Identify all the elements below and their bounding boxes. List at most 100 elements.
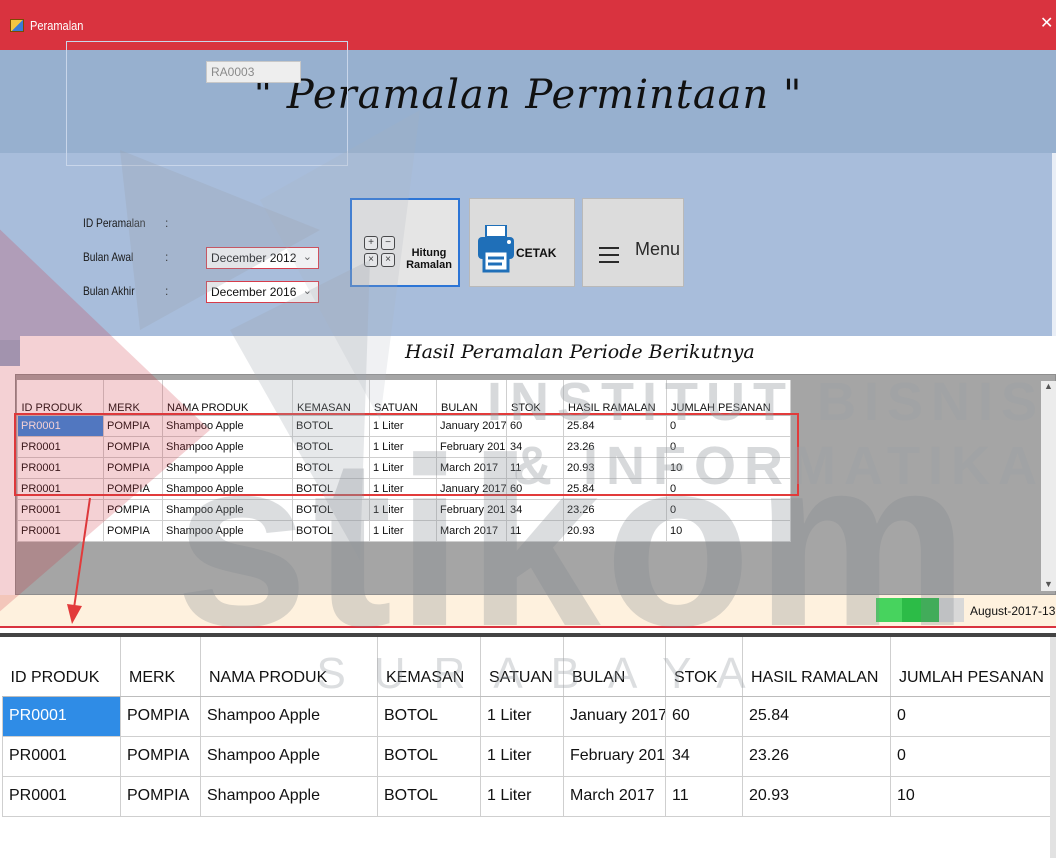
menu-button[interactable]: Menu — [582, 198, 684, 287]
zoom-table: ID PRODUK MERK NAMA PRODUK KEMASAN SATUAN BUL… — [2, 637, 1053, 817]
chevron-down-icon[interactable]: ⌄ — [303, 284, 312, 297]
id-peramalan-input[interactable]: RA0003 — [206, 61, 301, 83]
table-cell[interactable]: 20.93 — [742, 775, 891, 817]
window: { "window": { "title": "Peramalan", "clo… — [0, 0, 1056, 858]
table-cell[interactable]: 11 — [506, 519, 564, 542]
bulan-akhir-select[interactable]: December 2016 ⌄ — [206, 281, 319, 303]
progress-bar — [876, 598, 964, 622]
table-cell[interactable]: 10 — [666, 519, 791, 542]
column-header[interactable]: MERK — [120, 637, 201, 697]
printer-icon — [478, 225, 514, 273]
colon: : — [165, 250, 169, 264]
table-cell[interactable]: February 2017 — [563, 735, 666, 777]
bulan-akhir-label: Bulan Akhir — [83, 284, 135, 298]
table-cell[interactable]: 1 Liter — [369, 498, 437, 521]
column-header[interactable]: JUMLAH PESANAN — [890, 637, 1053, 697]
table-cell[interactable]: BOTOL — [292, 498, 370, 521]
table-cell[interactable]: POMPIA — [103, 498, 163, 521]
column-header[interactable]: STOK — [506, 380, 564, 416]
column-header[interactable]: HASIL RAMALAN — [563, 380, 667, 416]
cetak-label: CETAK — [516, 246, 557, 260]
table-row[interactable]: PR0001 POMPIA Shampoo Apple BOTOL 1 Liter Mar… — [17, 519, 791, 542]
table-cell[interactable]: POMPIA — [120, 775, 201, 817]
zoom-body: PR0001 POMPIA Shampoo Apple BOTOL 1 Liter Jan… — [2, 695, 1053, 817]
table-cell[interactable]: 34 — [665, 735, 743, 777]
column-header[interactable]: SATUAN — [369, 380, 437, 416]
table-cell[interactable]: 11 — [665, 775, 743, 817]
scroll-down-icon[interactable]: ▼ — [1044, 579, 1053, 589]
column-header[interactable]: KEMASAN — [377, 637, 481, 697]
table-cell[interactable]: POMPIA — [103, 519, 163, 542]
chevron-down-icon[interactable]: ⌄ — [303, 250, 312, 263]
table-cell[interactable]: PR0001 — [2, 735, 121, 777]
table-cell[interactable]: Shampoo Apple — [200, 735, 378, 777]
table-cell[interactable]: 25.84 — [742, 695, 891, 737]
column-header[interactable]: SATUAN — [480, 637, 564, 697]
table-row[interactable]: PR0001 POMPIA Shampoo Apple BOTOL 1 Liter Feb… — [17, 498, 791, 521]
table-cell[interactable]: March 2017 — [563, 775, 666, 817]
cetak-button[interactable]: CETAK — [469, 198, 575, 287]
scroll-up-icon[interactable]: ▲ — [1044, 381, 1053, 391]
table-header-row: ID PRODUK MERK NAMA PRODUK KEMASAN SATUAN BUL… — [17, 380, 791, 416]
table-cell[interactable]: March 2017 — [436, 519, 507, 542]
table-cell[interactable]: BOTOL — [377, 735, 481, 777]
status-date: August-2017-13 — [970, 604, 1056, 618]
table-cell[interactable]: Shampoo Apple — [162, 519, 293, 542]
table-cell[interactable]: 0 — [890, 695, 1053, 737]
plus-icon: + — [364, 236, 378, 250]
table-cell[interactable]: Shampoo Apple — [200, 695, 378, 737]
table-cell[interactable]: POMPIA — [120, 735, 201, 777]
table-cell[interactable]: PR0001 — [2, 775, 121, 817]
table-cell[interactable]: 0 — [666, 498, 791, 521]
bulan-awal-label: Bulan Awal — [83, 250, 134, 264]
column-header[interactable]: BULAN — [563, 637, 666, 697]
parameter-group — [66, 41, 348, 166]
results-header: Hasil Peramalan Periode Berikutnya — [20, 336, 1056, 374]
table-cell[interactable]: 23.26 — [563, 498, 667, 521]
table-cell[interactable]: 1 Liter — [369, 519, 437, 542]
table-cell[interactable]: 1 Liter — [480, 695, 564, 737]
column-header[interactable]: ID PRODUK — [2, 637, 121, 697]
table-cell[interactable]: 0 — [890, 735, 1053, 777]
results-title: Hasil Peramalan Periode Berikutnya — [405, 341, 755, 363]
table-cell[interactable]: BOTOL — [377, 775, 481, 817]
table-row[interactable]: PR0001 POMPIA Shampoo Apple BOTOL 1 Liter Feb… — [2, 735, 1053, 777]
vertical-scrollbar[interactable]: ▲ ▼ — [1041, 381, 1056, 591]
close-icon[interactable]: ✕ — [1040, 15, 1053, 33]
table-cell[interactable]: 60 — [665, 695, 743, 737]
table-cell[interactable]: PR0001 — [2, 695, 121, 737]
table-cell[interactable]: February 2017 — [436, 498, 507, 521]
id-peramalan-label: ID Peramalan — [83, 216, 146, 230]
column-header[interactable]: HASIL RAMALAN — [742, 637, 891, 697]
column-header[interactable]: BULAN — [436, 380, 507, 416]
table-cell[interactable]: 20.93 — [563, 519, 667, 542]
table-cell[interactable]: 1 Liter — [480, 735, 564, 777]
panel-edge — [1052, 153, 1056, 340]
table-row[interactable]: PR0001 POMPIA Shampoo Apple BOTOL 1 Liter Mar… — [2, 775, 1053, 817]
column-header[interactable]: STOK — [665, 637, 743, 697]
progress-fill-highlight — [876, 598, 902, 622]
table-cell[interactable]: Shampoo Apple — [162, 498, 293, 521]
window-title: Peramalan — [30, 18, 84, 33]
table-row[interactable]: PR0001 POMPIA Shampoo Apple BOTOL 1 Liter Jan… — [2, 695, 1053, 737]
table-cell[interactable]: 1 Liter — [480, 775, 564, 817]
zoom-header-row: ID PRODUK MERK NAMA PRODUK KEMASAN SATUAN BUL… — [2, 637, 1053, 697]
table-cell[interactable]: POMPIA — [120, 695, 201, 737]
table-cell[interactable]: January 2017 — [563, 695, 666, 737]
column-header[interactable]: NAMA PRODUK — [200, 637, 378, 697]
column-header[interactable]: MERK — [103, 380, 163, 416]
table-cell[interactable]: 10 — [890, 775, 1053, 817]
column-header[interactable]: JUMLAH PESANAN — [666, 380, 791, 416]
table-cell[interactable]: BOTOL — [292, 519, 370, 542]
table-cell[interactable]: Shampoo Apple — [200, 775, 378, 817]
table-cell[interactable]: BOTOL — [377, 695, 481, 737]
column-header[interactable]: ID PRODUK — [17, 380, 104, 416]
table-cell[interactable]: 23.26 — [742, 735, 891, 777]
hitung-ramalan-button[interactable]: + − × × Hitung Ramalan — [350, 198, 460, 287]
table-cell[interactable]: 34 — [506, 498, 564, 521]
menu-label: Menu — [635, 239, 681, 259]
column-header[interactable]: KEMASAN — [292, 380, 370, 416]
column-header[interactable]: NAMA PRODUK — [162, 380, 293, 416]
bulan-awal-select[interactable]: December 2012 ⌄ — [206, 247, 319, 269]
hamburger-menu-icon — [599, 247, 619, 263]
